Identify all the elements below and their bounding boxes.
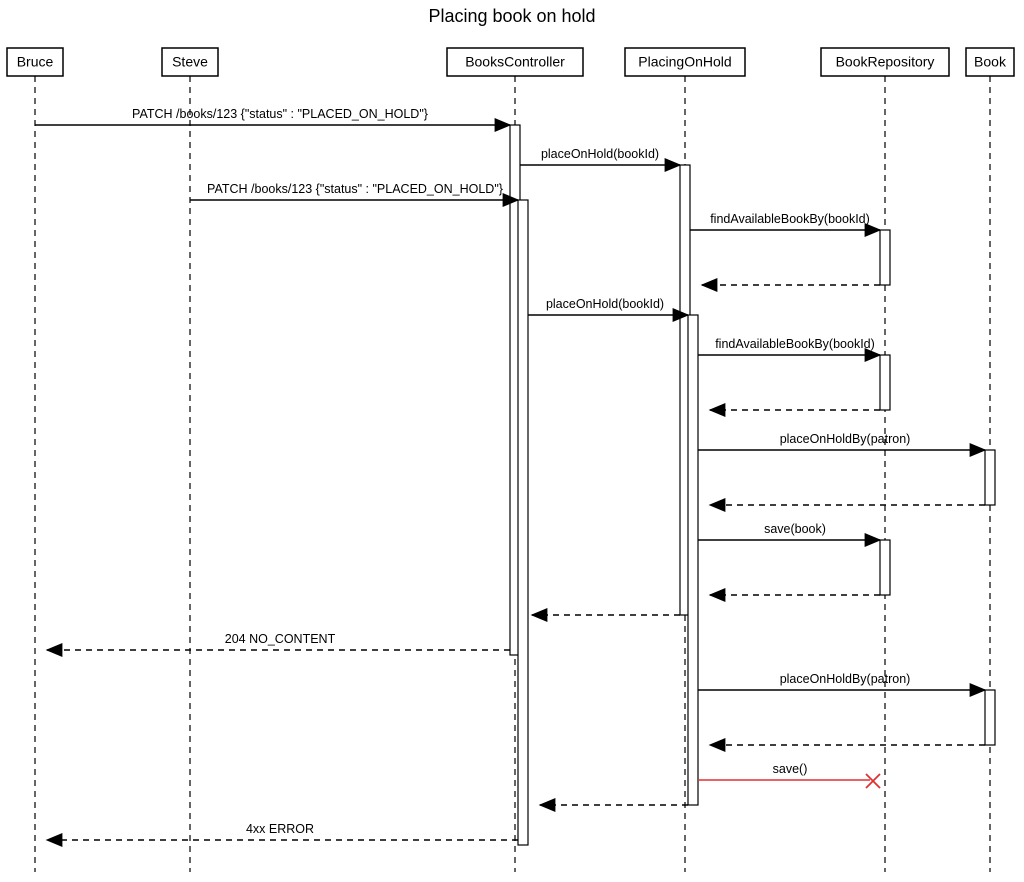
- msg-findavailable-1-label: findAvailableBookBy(bookId): [710, 212, 870, 226]
- participant-label-placing: PlacingOnHold: [638, 54, 731, 70]
- participant-label-book: Book: [974, 54, 1007, 70]
- activation-repo-1: [880, 230, 890, 285]
- msg-save-1-label: save(book): [764, 522, 826, 536]
- activation-repo-2: [880, 355, 890, 410]
- activation-placing-2: [688, 315, 698, 805]
- msg-patch-steve-label: PATCH /books/123 {"status" : "PLACED_ON_…: [207, 182, 503, 196]
- msg-placeonhold-2-label: placeOnHold(bookId): [546, 297, 664, 311]
- diagram-title: Placing book on hold: [428, 6, 595, 26]
- sequence-diagram: Placing book on hold Bruce Steve BooksCont…: [0, 0, 1024, 882]
- participant-label-ctrl: BooksController: [465, 54, 565, 70]
- participant-label-steve: Steve: [172, 54, 208, 70]
- msg-placeonholdby-1-label: placeOnHoldBy(patron): [780, 432, 911, 446]
- msg-placeonhold-1-label: placeOnHold(bookId): [541, 147, 659, 161]
- msg-placeonholdby-2-label: placeOnHoldBy(patron): [780, 672, 911, 686]
- msg-patch-bruce-label: PATCH /books/123 {"status" : "PLACED_ON_…: [132, 107, 428, 121]
- participant-label-bruce: Bruce: [17, 54, 54, 70]
- activation-ctrl-2: [518, 200, 528, 845]
- msg-4xx-label: 4xx ERROR: [246, 822, 314, 836]
- participant-label-repo: BookRepository: [836, 54, 935, 70]
- msg-findavailable-2-label: findAvailableBookBy(bookId): [715, 337, 875, 351]
- error-x-icon: [866, 774, 880, 788]
- activation-repo-3: [880, 540, 890, 595]
- activation-book-1: [985, 450, 995, 505]
- msg-204-label: 204 NO_CONTENT: [225, 632, 336, 646]
- msg-save-fail-label: save(): [773, 762, 808, 776]
- activations: [510, 125, 995, 845]
- activation-book-2: [985, 690, 995, 745]
